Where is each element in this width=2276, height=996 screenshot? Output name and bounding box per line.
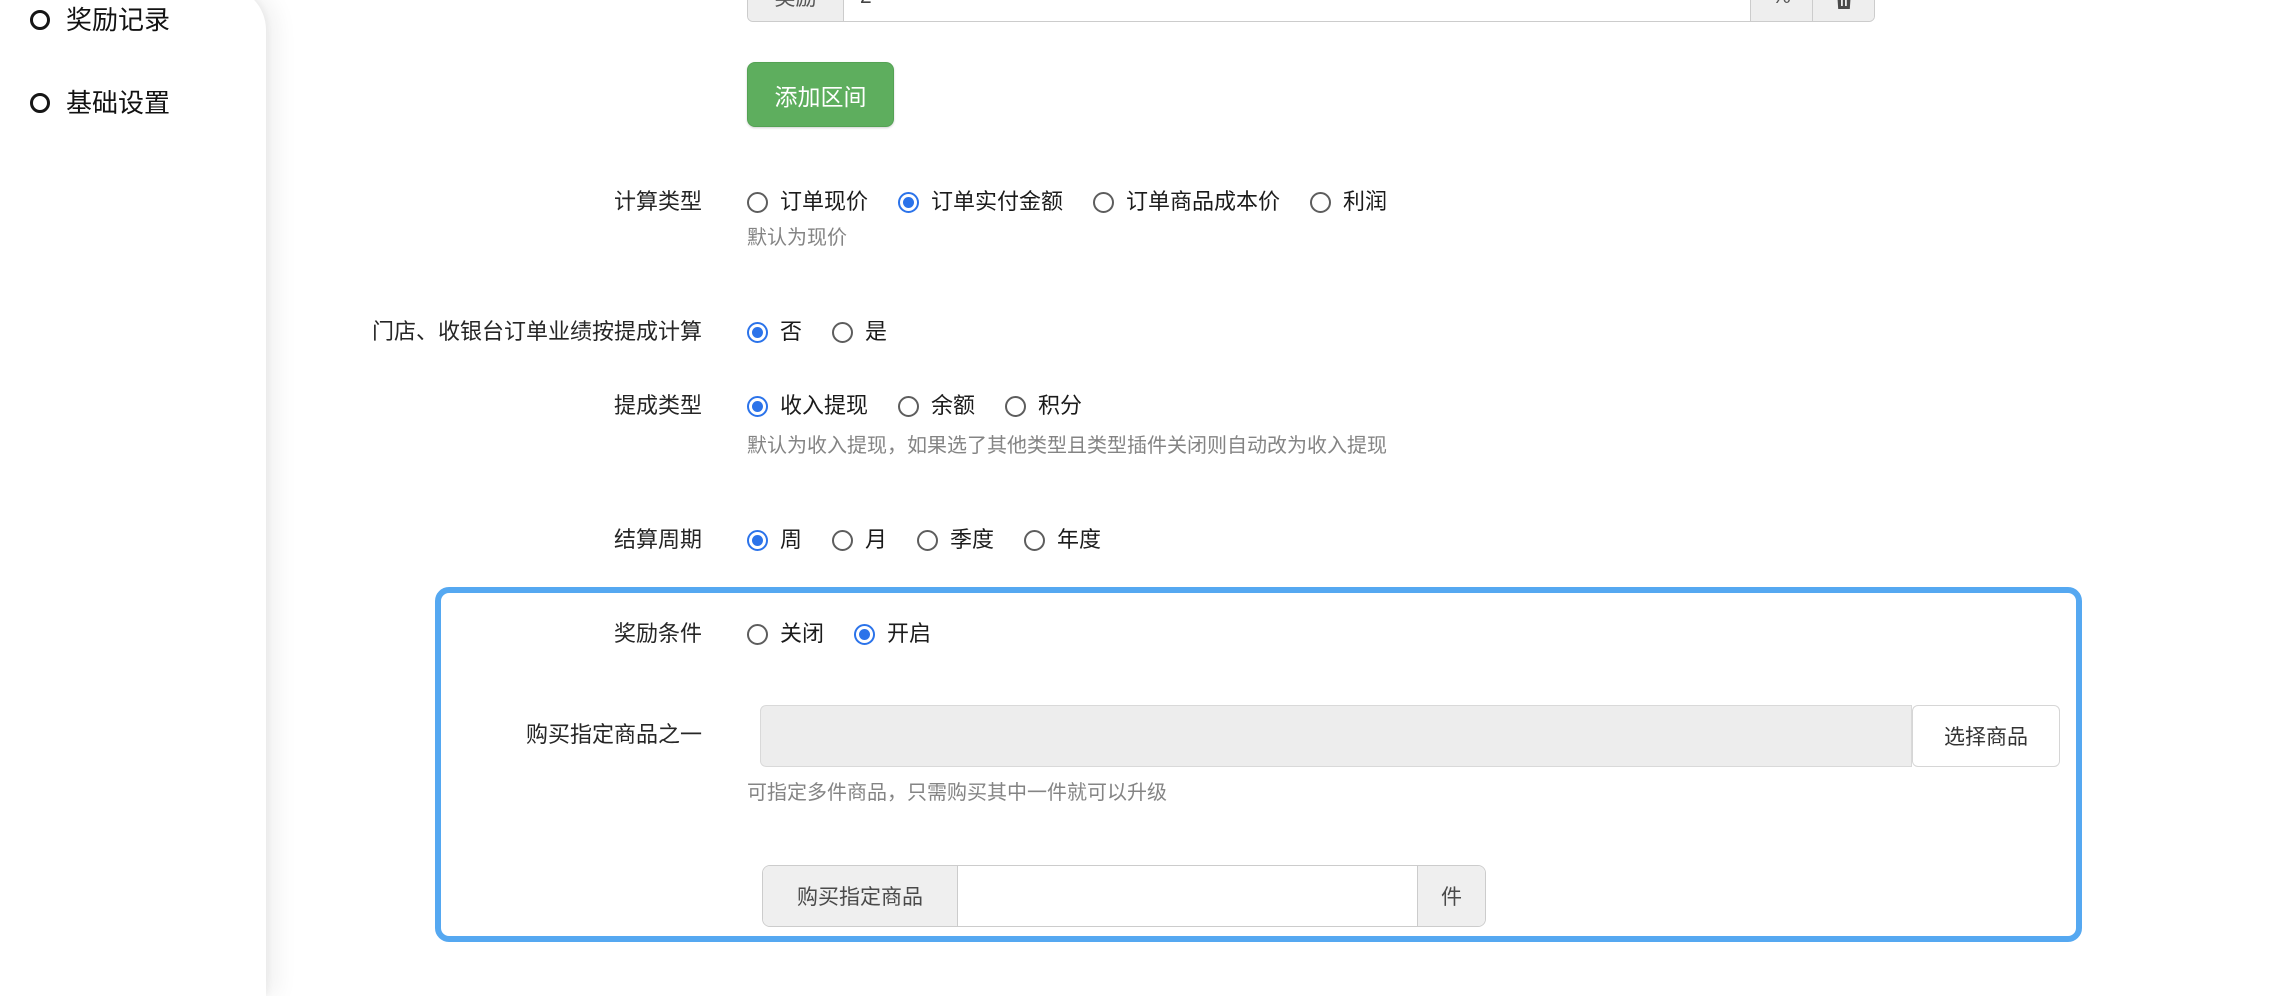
- radio-label: 年度: [1057, 525, 1101, 555]
- add-interval-button[interactable]: 添加区间: [747, 62, 894, 127]
- radio-label: 是: [865, 317, 887, 347]
- commission-type-helper: 默认为收入提现，如果选了其他类型且类型插件关闭则自动改为收入提现: [747, 432, 1387, 460]
- radio-checked-icon[interactable]: [747, 322, 768, 343]
- goods-count-input-group: 购买指定商品 件: [762, 865, 1486, 927]
- commission-type-radio-group: 收入提现 余额 积分: [747, 391, 1082, 421]
- calc-type-helper: 默认为现价: [747, 224, 847, 252]
- reward-value-input[interactable]: [844, 0, 1750, 21]
- commission-type-label: 提成类型: [0, 391, 702, 421]
- radio-option[interactable]: 积分: [1005, 391, 1082, 421]
- settlement-cycle-radio-group: 周 月 季度 年度: [747, 525, 1101, 555]
- radio-option[interactable]: 余额: [898, 391, 975, 421]
- store-commission-radio-group: 否 是: [747, 317, 887, 347]
- buy-specified-goods-label: 购买指定商品之一: [0, 720, 702, 750]
- unit-addon: 件: [1417, 866, 1485, 926]
- reward-condition-radio-group: 关闭 开启: [747, 619, 931, 649]
- radio-option[interactable]: 年度: [1024, 525, 1101, 555]
- radio-unchecked-icon[interactable]: [1093, 192, 1114, 213]
- delete-interval-button[interactable]: [1812, 0, 1874, 21]
- radio-option[interactable]: 利润: [1310, 187, 1387, 217]
- radio-label: 开启: [887, 619, 931, 649]
- circle-icon: [30, 93, 50, 113]
- specified-goods-input: [760, 705, 1912, 767]
- radio-unchecked-icon[interactable]: [832, 322, 853, 343]
- radio-unchecked-icon[interactable]: [1310, 192, 1331, 213]
- radio-label: 关闭: [780, 619, 824, 649]
- radio-unchecked-icon[interactable]: [898, 396, 919, 417]
- settings-page: 奖励记录 基础设置 奖励 % 添加区间 计算类型 订单现价 订单实付金额: [0, 0, 2276, 968]
- percent-addon: %: [1750, 0, 1812, 21]
- reward-condition-label: 奖励条件: [0, 619, 702, 649]
- goods-count-addon-label: 购买指定商品: [763, 866, 958, 926]
- radio-option[interactable]: 收入提现: [747, 391, 868, 421]
- radio-label: 订单实付金额: [931, 187, 1063, 217]
- radio-label: 周: [780, 525, 802, 555]
- radio-option[interactable]: 订单现价: [747, 187, 868, 217]
- calc-type-label: 计算类型: [0, 187, 702, 217]
- sidebar-item-basic-settings[interactable]: 基础设置: [30, 87, 170, 119]
- radio-label: 积分: [1038, 391, 1082, 421]
- radio-checked-icon[interactable]: [898, 192, 919, 213]
- sidebar: 奖励记录 基础设置: [0, 0, 266, 996]
- radio-label: 月: [865, 525, 887, 555]
- radio-unchecked-icon[interactable]: [1005, 396, 1026, 417]
- radio-option[interactable]: 否: [747, 317, 802, 347]
- radio-checked-icon[interactable]: [854, 624, 875, 645]
- sidebar-item-reward-records[interactable]: 奖励记录: [30, 4, 170, 36]
- store-commission-label: 门店、收银台订单业绩按提成计算: [0, 317, 702, 347]
- radio-option[interactable]: 是: [832, 317, 887, 347]
- radio-label: 余额: [931, 391, 975, 421]
- reward-input-group: 奖励 %: [747, 0, 1875, 22]
- buy-specified-goods-helper: 可指定多件商品，只需购买其中一件就可以升级: [747, 779, 1167, 807]
- radio-unchecked-icon[interactable]: [747, 192, 768, 213]
- radio-option[interactable]: 订单商品成本价: [1093, 187, 1280, 217]
- radio-option[interactable]: 订单实付金额: [898, 187, 1063, 217]
- radio-checked-icon[interactable]: [747, 396, 768, 417]
- radio-option[interactable]: 开启: [854, 619, 931, 649]
- calc-type-radio-group: 订单现价 订单实付金额 订单商品成本价 利润: [747, 187, 1387, 217]
- radio-unchecked-icon[interactable]: [832, 530, 853, 551]
- radio-label: 否: [780, 317, 802, 347]
- reward-addon-label: 奖励: [748, 0, 844, 21]
- radio-unchecked-icon[interactable]: [917, 530, 938, 551]
- sidebar-item-label: 奖励记录: [66, 4, 170, 36]
- radio-unchecked-icon[interactable]: [747, 624, 768, 645]
- radio-checked-icon[interactable]: [747, 530, 768, 551]
- radio-option[interactable]: 季度: [917, 525, 994, 555]
- radio-unchecked-icon[interactable]: [1024, 530, 1045, 551]
- select-goods-button[interactable]: 选择商品: [1912, 705, 2060, 767]
- trash-icon: [1832, 0, 1856, 10]
- goods-count-input[interactable]: [958, 866, 1417, 926]
- radio-option[interactable]: 周: [747, 525, 802, 555]
- radio-label: 订单商品成本价: [1126, 187, 1280, 217]
- radio-label: 订单现价: [780, 187, 868, 217]
- radio-label: 收入提现: [780, 391, 868, 421]
- sidebar-item-label: 基础设置: [66, 87, 170, 119]
- radio-label: 季度: [950, 525, 994, 555]
- circle-icon: [30, 10, 50, 30]
- radio-label: 利润: [1343, 187, 1387, 217]
- settlement-cycle-label: 结算周期: [0, 525, 702, 555]
- radio-option[interactable]: 月: [832, 525, 887, 555]
- radio-option[interactable]: 关闭: [747, 619, 824, 649]
